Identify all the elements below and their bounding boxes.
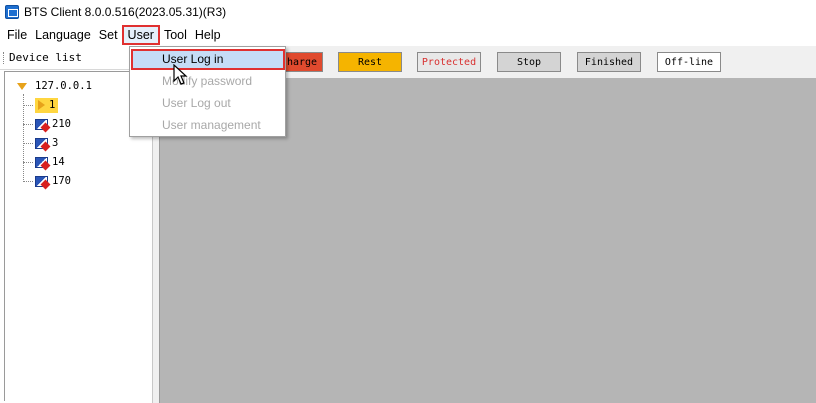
menu-item-user-log-out[interactable]: User Log out bbox=[131, 93, 285, 114]
device-offline-icon bbox=[35, 137, 48, 149]
device-offline-icon bbox=[35, 156, 48, 168]
device-offline-icon bbox=[35, 118, 48, 130]
status-rest[interactable]: Rest bbox=[338, 52, 402, 72]
window-title: BTS Client 8.0.0.516(2023.05.31)(R3) bbox=[24, 5, 227, 19]
tree-connector bbox=[23, 142, 33, 144]
device-label: 1 bbox=[49, 99, 56, 111]
menu-help[interactable]: Help bbox=[191, 25, 225, 45]
mouse-cursor-icon bbox=[173, 64, 188, 85]
menu-file[interactable]: File bbox=[3, 25, 31, 45]
status-stop[interactable]: Stop bbox=[497, 52, 561, 72]
menu-user[interactable]: User bbox=[121, 25, 160, 45]
tree-item-3[interactable]: 3 bbox=[23, 134, 58, 152]
menu-set[interactable]: Set bbox=[95, 25, 122, 45]
tree-connector bbox=[23, 104, 33, 106]
device-label: 210 bbox=[52, 118, 71, 130]
status-offline[interactable]: Off-line bbox=[657, 52, 721, 72]
menu-item-user-log-in[interactable]: User Log in bbox=[131, 49, 285, 70]
menu-tool[interactable]: Tool bbox=[160, 25, 191, 45]
selected-device[interactable]: 1 bbox=[35, 97, 59, 113]
device-offline-icon bbox=[35, 175, 48, 187]
tree-item-170[interactable]: 170 bbox=[23, 172, 71, 190]
play-arrow-icon bbox=[38, 100, 45, 110]
menu-item-user-management[interactable]: User management bbox=[131, 115, 285, 136]
status-charge[interactable]: harge bbox=[281, 52, 323, 72]
status-finished[interactable]: Finished bbox=[577, 52, 641, 72]
tree-root[interactable]: 127.0.0.1 bbox=[17, 77, 92, 95]
device-label: 170 bbox=[52, 175, 71, 187]
tree-item-210[interactable]: 210 bbox=[23, 115, 71, 133]
device-label: 14 bbox=[52, 156, 65, 168]
expand-arrow-icon[interactable] bbox=[17, 82, 27, 90]
menu-language[interactable]: Language bbox=[31, 25, 95, 45]
tree-item-14[interactable]: 14 bbox=[23, 153, 65, 171]
user-dropdown-menu: User Log in Modify password User Log out… bbox=[129, 46, 286, 137]
app-icon bbox=[5, 5, 19, 19]
grip-icon[interactable] bbox=[3, 51, 5, 64]
device-list-title: Device list bbox=[9, 51, 82, 64]
tree-connector bbox=[23, 180, 33, 182]
root-label: 127.0.0.1 bbox=[35, 80, 92, 92]
tree-item-1[interactable]: 1 bbox=[23, 96, 59, 114]
device-label: 3 bbox=[52, 137, 59, 149]
title-bar: BTS Client 8.0.0.516(2023.05.31)(R3) bbox=[0, 0, 816, 24]
menu-bar: File Language Set User Tool Help bbox=[0, 24, 816, 46]
menu-item-modify-password[interactable]: Modify password bbox=[131, 71, 285, 92]
tree-connector bbox=[23, 161, 33, 163]
status-protected[interactable]: Protected bbox=[417, 52, 481, 72]
tree-connector bbox=[23, 123, 33, 125]
